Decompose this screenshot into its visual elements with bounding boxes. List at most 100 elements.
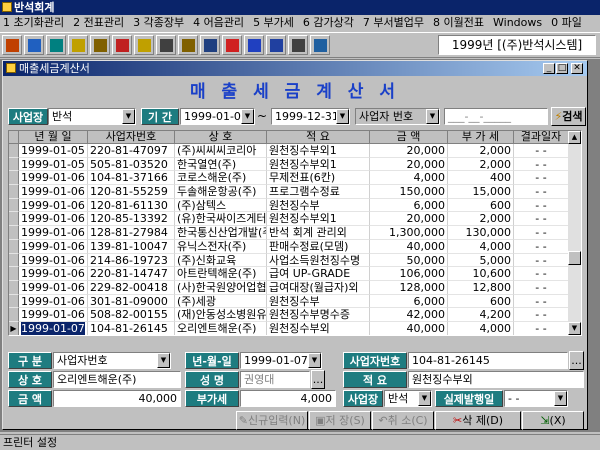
cell-company[interactable]: (주)신화교육 [175, 253, 267, 268]
cell-company[interactable]: (주)세광 [175, 294, 267, 309]
cell-date[interactable]: 1999-01-05 [19, 144, 88, 158]
cell-amount[interactable]: 1,300,000 [370, 226, 448, 240]
menu-item[interactable]: 1 초기화관리 [3, 15, 64, 31]
cell-result-date[interactable]: - - [514, 239, 569, 254]
column-header[interactable]: 결과일자 [514, 131, 569, 144]
column-header[interactable]: 부 가 세 [448, 131, 514, 144]
cell-bizno[interactable]: 128-81-27984 [88, 226, 175, 240]
table-row[interactable]: 1999-01-05 505-81-03520 한국열연(주) 원천징수부외1 20,0… [9, 157, 569, 172]
cell-bizno[interactable]: 120-81-61130 [88, 198, 175, 213]
cell-result-date[interactable]: - - [514, 171, 569, 186]
column-header[interactable]: 상 호 [175, 131, 267, 144]
cell-desc[interactable]: 급여대장(월급자)외 [267, 280, 370, 295]
cell-bizno[interactable]: 120-85-13392 [88, 212, 175, 227]
table-row[interactable]: 1999-01-06 120-81-55259 두솔해운항공(주) 프로그램수정료 15… [9, 185, 569, 199]
cell-desc[interactable]: 원천징수부외 [267, 321, 370, 335]
company-field[interactable]: 오리엔트해운(주) [53, 371, 181, 388]
cell-desc[interactable]: 무제전표(6칸) [267, 171, 370, 186]
amount-field[interactable]: 40,000 [53, 390, 181, 407]
cell-amount[interactable]: 128,000 [370, 280, 448, 295]
cell-vat[interactable]: 4,000 [448, 321, 514, 335]
vat-field[interactable]: 4,000 [240, 390, 336, 407]
cell-company[interactable]: (유)한국싸이즈게터 [175, 212, 267, 227]
table-row[interactable]: 1999-01-05 220-81-47097 (주)씨씨씨코리아 원천징수부외1 20… [9, 144, 569, 158]
table-row[interactable]: 1999-01-06 220-81-14747 아트란텍해운(주) 급여 UP-GRA… [9, 267, 569, 281]
gubun-select[interactable]: 사업자번호 ▼ [53, 352, 171, 369]
cell-bizno[interactable]: 301-81-09000 [88, 294, 175, 309]
chevron-down-icon[interactable]: ▼ [554, 391, 567, 406]
globe-button[interactable] [46, 35, 66, 55]
cell-bizno[interactable]: 120-81-55259 [88, 185, 175, 199]
chevron-down-icon[interactable]: ▼ [157, 353, 170, 368]
delete-button[interactable]: ✂삭 제(D) [435, 411, 521, 430]
vertical-scrollbar[interactable]: ▲ ▼ [568, 131, 581, 335]
column-header[interactable]: 적 요 [267, 131, 370, 144]
cell-vat[interactable]: 400 [448, 171, 514, 186]
issue-date-field[interactable]: - - ▼ [504, 390, 568, 407]
cell-company[interactable]: 한국통신산업개발(주) [175, 226, 267, 240]
cell-result-date[interactable]: - - [514, 212, 569, 227]
menu-item[interactable]: Windows [493, 15, 542, 31]
printer-button[interactable] [288, 35, 308, 55]
cell-amount[interactable]: 106,000 [370, 267, 448, 281]
menu-item[interactable]: 4 어음관리 [193, 15, 244, 31]
cell-vat[interactable]: 5,000 [448, 253, 514, 268]
name-field[interactable]: 권영대 [240, 371, 310, 388]
cell-date[interactable]: 1999-01-06 [19, 185, 88, 199]
column-header[interactable]: 금 액 [370, 131, 448, 144]
cell-result-date[interactable]: - - [514, 157, 569, 172]
chevron-down-icon[interactable]: ▼ [426, 109, 439, 124]
cell-desc[interactable]: 급여 UP-GRADE [267, 267, 370, 281]
cell-desc[interactable]: 원천징수부외1 [267, 212, 370, 227]
menu-button[interactable] [2, 35, 22, 55]
search-button[interactable]: ⚡검색 [551, 107, 586, 126]
arrow-up-blue-button[interactable] [244, 35, 264, 55]
cell-company[interactable]: (주)씨씨씨코리아 [175, 144, 267, 158]
chevron-down-icon[interactable]: ▼ [241, 109, 254, 124]
cell-amount[interactable]: 6,000 [370, 198, 448, 213]
cell-vat[interactable]: 600 [448, 198, 514, 213]
cancel-button[interactable]: ↶취 소(C) [372, 411, 434, 430]
cell-result-date[interactable]: - - [514, 144, 569, 158]
cell-desc[interactable]: 프로그램수정료 [267, 185, 370, 199]
place-detail-select[interactable]: 반석 ▼ [384, 390, 432, 407]
table-row[interactable]: 1999-01-06 508-82-00155 (재)안동성소병원유 원천징수부명수증… [9, 308, 569, 322]
binoculars-button[interactable] [178, 35, 198, 55]
ymd-field[interactable]: 1999-01-07 ▼ [240, 352, 322, 369]
bizno-type-select[interactable]: 사업자 번호 ▼ [355, 108, 440, 125]
cell-amount[interactable]: 50,000 [370, 253, 448, 268]
column-header[interactable]: 사업자번호 [88, 131, 175, 144]
cell-date[interactable]: 1999-01-05 [19, 157, 88, 172]
cell-date[interactable]: 1999-01-06 [19, 294, 88, 309]
cell-vat[interactable]: 12,800 [448, 280, 514, 295]
cell-amount[interactable]: 20,000 [370, 144, 448, 158]
date-from-field[interactable]: 1999-01-01 ▼ [180, 108, 255, 125]
cell-desc[interactable]: 원천징수부외1 [267, 157, 370, 172]
scroll-thumb[interactable] [568, 251, 581, 265]
cell-vat[interactable]: 2,000 [448, 144, 514, 158]
chevron-down-icon[interactable]: ▼ [336, 109, 349, 124]
close-button[interactable]: ✕ [571, 63, 583, 74]
tree-button[interactable] [24, 35, 44, 55]
cell-date[interactable]: 1999-01-06 [19, 239, 88, 254]
desc-field[interactable]: 원천징수부외 [408, 371, 584, 388]
scroll-up-icon[interactable]: ▲ [568, 131, 581, 144]
cell-date[interactable]: 1999-01-06 [19, 253, 88, 268]
cell-amount[interactable]: 42,000 [370, 308, 448, 322]
cell-company[interactable]: 오리엔트해운(주) [175, 321, 267, 335]
cell-bizno[interactable]: 104-81-26145 [88, 321, 175, 335]
cell-result-date[interactable]: - - [514, 267, 569, 281]
cell-vat[interactable]: 600 [448, 294, 514, 309]
cell-result-date[interactable]: - - [514, 198, 569, 213]
cell-bizno[interactable]: 505-81-03520 [88, 157, 175, 172]
table-row[interactable]: 1999-01-06 104-81-37166 코로스해운(주) 무제전표(6칸) 4,… [9, 171, 569, 186]
arrow-up-button[interactable] [222, 35, 242, 55]
cell-desc[interactable]: 원천징수부명수증 [267, 308, 370, 322]
cell-date[interactable]: 1999-01-06 [19, 212, 88, 227]
cell-company[interactable]: 한국열연(주) [175, 157, 267, 172]
menu-item[interactable]: 0 파일 [551, 15, 582, 31]
tools-button[interactable] [68, 35, 88, 55]
bizno-lookup-button[interactable]: ... [569, 351, 584, 370]
cell-vat[interactable]: 2,000 [448, 157, 514, 172]
edit-button[interactable] [90, 35, 110, 55]
